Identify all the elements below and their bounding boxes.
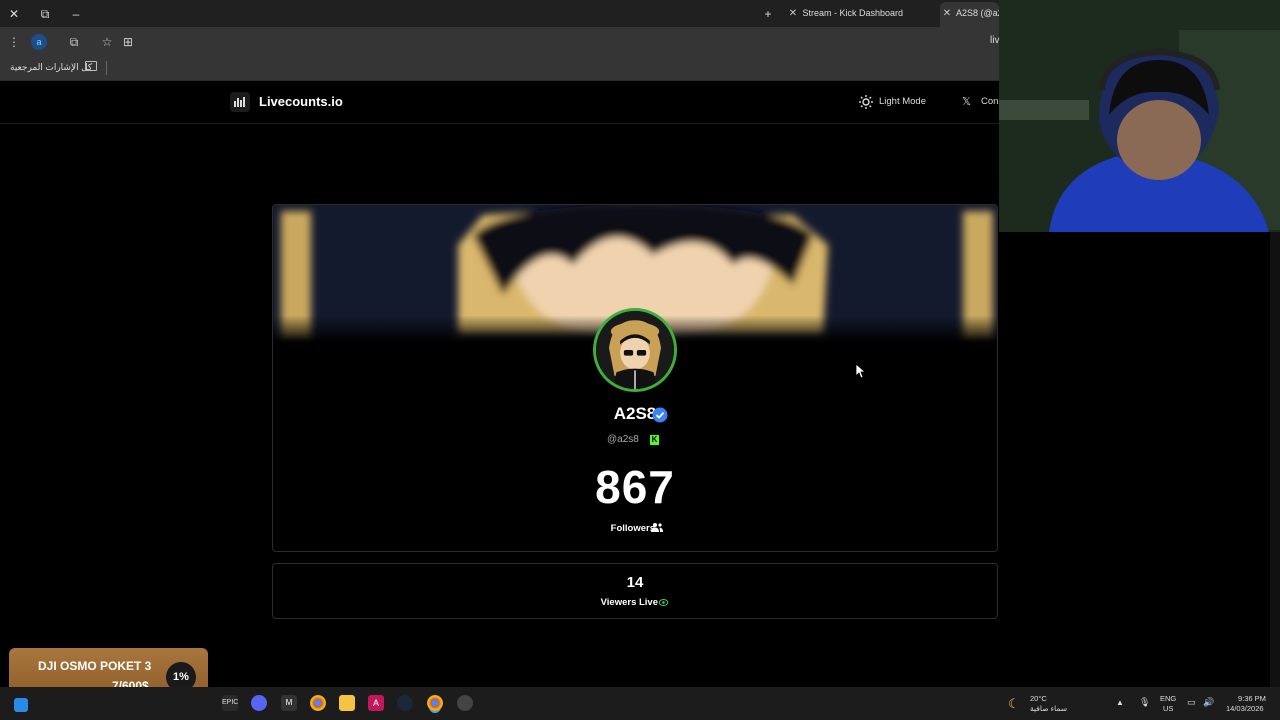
app-icon[interactable]: M xyxy=(281,695,297,711)
clock-date[interactable]: 14/03/2026 xyxy=(1226,704,1264,713)
weather-temperature[interactable]: 20°C xyxy=(1030,694,1047,703)
windows-start-icon[interactable] xyxy=(14,698,28,712)
tab-label: A2S8 (@a2 xyxy=(956,8,999,18)
tab-kick-dashboard[interactable]: ✕ Stream - Kick Dashboard K xyxy=(786,2,936,27)
sun-icon[interactable] xyxy=(859,95,873,109)
app-icon[interactable]: A xyxy=(368,695,384,711)
volume-icon[interactable]: 🔊 xyxy=(1203,697,1214,708)
follower-count: 867 xyxy=(595,461,675,513)
weather-description[interactable]: سماء صافية xyxy=(1030,704,1067,713)
extensions-icon[interactable]: ⧉ xyxy=(66,34,82,50)
scrollbar[interactable] xyxy=(1270,232,1280,687)
users-icon xyxy=(651,523,663,532)
discord-icon[interactable] xyxy=(251,695,267,711)
restore-window-icon[interactable]: ⧉ xyxy=(36,5,54,23)
eye-icon xyxy=(659,599,668,606)
viewers-label: Viewers Live xyxy=(600,597,658,608)
browser-tab-bar: ✕ ⧉ – + ✕ Stream - Kick Dashboard K ✕ A2… xyxy=(0,0,999,27)
epic-games-icon[interactable]: EPIC xyxy=(222,695,238,711)
clock-time[interactable]: 9:36 PM xyxy=(1238,694,1266,703)
site-header: Livecounts.io Light Mode 𝕏 Con xyxy=(0,82,999,124)
chrome-icon[interactable] xyxy=(310,695,326,711)
profile-handle: @a2s8 xyxy=(607,434,639,445)
tab-label: Stream - Kick Dashboard xyxy=(802,8,904,18)
microphone-icon[interactable]: 🎙 xyxy=(1139,697,1150,708)
tab-a2s8[interactable]: ✕ A2S8 (@a2 xyxy=(940,2,999,27)
folder-icon[interactable] xyxy=(85,61,97,71)
contact-link[interactable]: Con xyxy=(981,96,998,107)
profile-name: A2S8 xyxy=(613,404,657,423)
viewers-count: 14 xyxy=(626,574,644,591)
menu-dots-icon[interactable]: ⋮ xyxy=(6,34,22,50)
tab-close-icon[interactable]: ✕ xyxy=(786,2,800,25)
keyboard-layout[interactable]: US xyxy=(1163,704,1173,713)
new-tab-icon[interactable]: + xyxy=(759,5,777,23)
mouse-cursor-icon xyxy=(856,364,866,379)
browser-toolbar: ⋮ a ⧉ ☆ ⊞ liv xyxy=(0,27,999,57)
livecounts-logo-icon[interactable] xyxy=(230,92,250,112)
moon-weather-icon[interactable]: ☾ xyxy=(1008,696,1020,712)
donation-goal-title: DJI OSMO POKET 3 xyxy=(38,659,152,673)
close-window-icon[interactable]: ✕ xyxy=(5,5,23,23)
tab-close-icon[interactable]: ✕ xyxy=(940,2,954,25)
windows-taskbar xyxy=(0,687,1280,720)
chevron-up-icon[interactable]: ▲ xyxy=(1116,698,1124,707)
x-twitter-icon[interactable]: 𝕏 xyxy=(962,95,971,108)
viewers-card xyxy=(272,563,998,619)
bookmark-star-icon[interactable]: ☆ xyxy=(99,34,115,50)
light-mode-button[interactable]: Light Mode xyxy=(879,96,926,107)
language-indicator[interactable]: ENG xyxy=(1160,694,1176,703)
kick-platform-icon: K xyxy=(650,435,659,445)
all-bookmarks-link[interactable]: كل الإشارات المرجعية xyxy=(10,62,92,73)
site-logo-text[interactable]: Livecounts.io xyxy=(259,94,343,109)
followers-label: Followers xyxy=(610,523,655,534)
steam-icon[interactable] xyxy=(397,695,413,711)
minimize-window-icon[interactable]: – xyxy=(67,5,85,23)
bookmarks-bar: كل الإشارات المرجعية xyxy=(0,57,999,81)
obs-icon[interactable] xyxy=(457,695,473,711)
chrome-active-icon[interactable] xyxy=(427,695,443,711)
profile-avatar[interactable]: a xyxy=(31,34,47,50)
bookmarks-divider xyxy=(106,61,107,75)
translate-icon[interactable]: ⊞ xyxy=(120,34,136,50)
file-explorer-icon[interactable] xyxy=(339,695,355,711)
network-icon[interactable]: ▭ xyxy=(1187,697,1196,708)
verified-badge-icon xyxy=(652,407,668,423)
profile-avatar-image xyxy=(593,308,677,392)
webcam-overlay xyxy=(999,0,1280,232)
